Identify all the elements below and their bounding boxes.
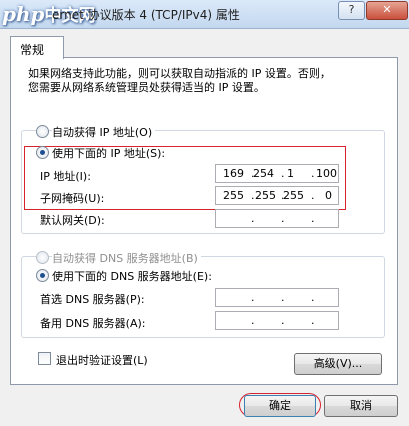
ip-octet-1: 169 <box>223 167 244 180</box>
mask-octet-3: 255 <box>283 189 304 202</box>
validate-label: 退出时验证设置(L) <box>56 354 148 367</box>
cancel-button[interactable]: 取消 <box>324 395 398 417</box>
ip-address-field[interactable]: 169 . 254 . 1 . 100 <box>215 164 339 183</box>
adns-dot-3: . <box>311 314 315 327</box>
preferred-dns-field[interactable]: . . . <box>215 288 339 307</box>
gateway-label: 默认网关(D): <box>40 214 105 227</box>
subnet-mask-field[interactable]: 255 . 255 . 255 . 0 <box>215 186 339 205</box>
radio-auto-dns <box>36 251 49 264</box>
ok-button[interactable]: 确定 <box>244 395 316 417</box>
pdns-dot-1: . <box>251 291 255 304</box>
radio-manual-ip[interactable] <box>36 146 49 159</box>
radio-auto-ip[interactable] <box>36 125 49 138</box>
pdns-dot-2: . <box>281 291 285 304</box>
ip-octet-4: 100 <box>316 167 337 180</box>
title-bar: php中文网 ernet 协议版本 4 (TCP/IPv4) 属性 ? ✕ <box>0 0 409 29</box>
gw-dot-2: . <box>281 212 285 225</box>
gateway-field[interactable]: . . . <box>215 209 339 228</box>
window-title: ernet 协议版本 4 (TCP/IPv4) 属性 <box>52 8 240 22</box>
pdns-dot-3: . <box>311 291 315 304</box>
preferred-dns-label: 首选 DNS 服务器(P): <box>40 293 145 306</box>
description-line-1: 如果网络支持此功能，则可以获取自动指派的 IP 设置。否则， <box>28 67 331 80</box>
description-text: 如果网络支持此功能，则可以获取自动指派的 IP 设置。否则， 您需要从网络系统管… <box>28 67 331 95</box>
adns-dot-2: . <box>281 314 285 327</box>
adns-dot-1: . <box>251 314 255 327</box>
mask-octet-4: 0 <box>325 189 332 202</box>
mask-octet-2: 255 <box>255 189 276 202</box>
auto-ip-label: 自动获得 IP 地址(O) <box>52 124 156 140</box>
radio-manual-dns[interactable] <box>36 269 49 282</box>
validate-checkbox[interactable] <box>38 352 51 365</box>
tab-general-label: 常规 <box>20 43 45 57</box>
subnet-mask-label: 子网掩码(U): <box>40 192 105 205</box>
ip-address-label: IP 地址(I): <box>40 170 91 183</box>
gw-dot-1: . <box>251 212 255 225</box>
manual-dns-label: 使用下面的 DNS 服务器地址(E): <box>52 270 212 283</box>
manual-ip-label: 使用下面的 IP 地址(S): <box>52 147 166 160</box>
tab-general[interactable]: 常规 <box>10 36 64 59</box>
gw-dot-3: . <box>311 212 315 225</box>
description-line-2: 您需要从网络系统管理员处获得适当的 IP 设置。 <box>28 81 265 94</box>
mask-octet-1: 255 <box>223 189 244 202</box>
auto-dns-label: 自动获得 DNS 服务器地址(B) <box>52 250 201 266</box>
alternate-dns-label: 备用 DNS 服务器(A): <box>40 317 146 330</box>
alternate-dns-field[interactable]: . . . <box>215 311 339 330</box>
help-button[interactable]: ? <box>338 1 365 20</box>
close-button[interactable]: ✕ <box>366 1 408 20</box>
ip-octet-3: 1 <box>287 167 294 180</box>
advanced-button[interactable]: 高级(V)... <box>294 353 382 375</box>
